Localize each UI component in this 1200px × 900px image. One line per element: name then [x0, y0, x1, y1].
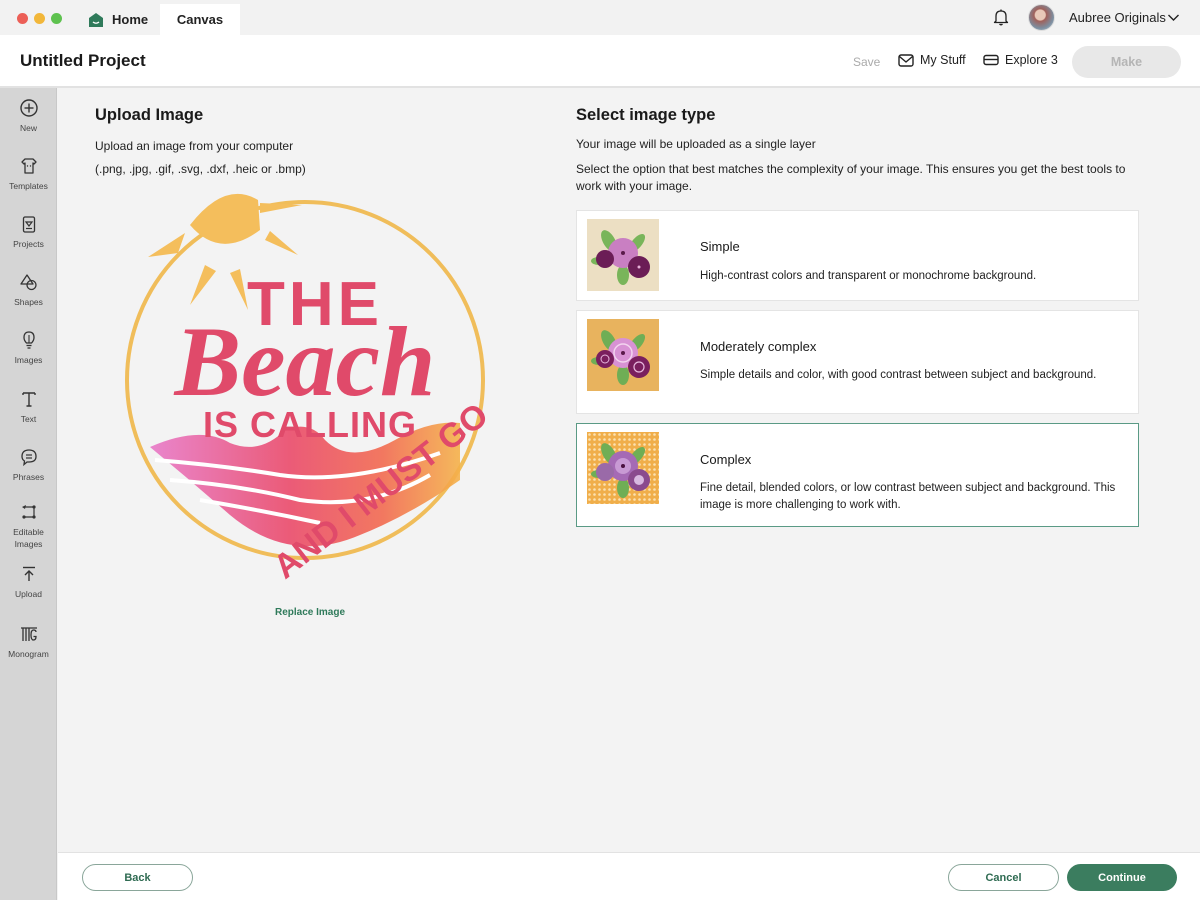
- complex-thumbnail: [587, 432, 659, 504]
- account-name[interactable]: Aubree Originals: [1069, 10, 1166, 25]
- avatar[interactable]: [1028, 4, 1055, 31]
- explore-label: Explore 3: [1005, 53, 1058, 67]
- option-title: Complex: [700, 452, 752, 467]
- sidebar-item-label: Text: [20, 414, 37, 424]
- back-button[interactable]: Back: [82, 864, 193, 891]
- project-header: Untitled Project Save My Stuff Explore 3…: [0, 35, 1200, 88]
- option-title: Moderately complex: [700, 339, 817, 354]
- my-stuff-label: My Stuff: [920, 53, 966, 67]
- sidebar-item-label: Templates: [9, 181, 48, 191]
- project-title: Untitled Project: [20, 51, 146, 70]
- option-description: Simple details and color, with good cont…: [700, 369, 1097, 381]
- moderately-complex-thumbnail: [587, 319, 659, 391]
- preview-text-beach: Beach: [173, 306, 435, 417]
- sidebar-item-templates[interactable]: Templates: [0, 156, 57, 192]
- speech-bubble-icon: [20, 449, 37, 467]
- sidebar-item-text[interactable]: Text: [0, 389, 57, 425]
- sidebar-item-projects[interactable]: Projects: [0, 214, 57, 250]
- text-icon: [21, 392, 36, 407]
- sidebar-item-label: Shapes: [14, 297, 43, 307]
- option-title: Simple: [700, 239, 740, 254]
- sidebar-item-new[interactable]: New: [0, 98, 57, 134]
- image-type-option-complex[interactable]: Complex Fine detail, blended colors, or …: [576, 423, 1139, 527]
- sidebar-item-label: New: [19, 123, 37, 133]
- sidebar-item-phrases[interactable]: Phrases: [0, 447, 57, 483]
- replace-image-link[interactable]: Replace Image: [275, 607, 345, 618]
- sidebar-item-editable-images[interactable]: Editable Images: [0, 502, 57, 550]
- home-icon: [89, 12, 103, 27]
- sidebar-item-label: Monogram: [8, 649, 49, 659]
- tab-home-label: Home: [112, 12, 149, 27]
- simple-thumbnail: [587, 219, 659, 291]
- sidebar-item-images[interactable]: Images: [0, 330, 57, 366]
- upload-icon: [22, 566, 35, 581]
- upload-title: Upload Image: [95, 106, 204, 124]
- explore-machine-button[interactable]: Explore 3: [983, 53, 1058, 67]
- my-stuff-button[interactable]: My Stuff: [898, 53, 966, 67]
- shapes-icon: [19, 274, 37, 291]
- option-description: High-contrast colors and transparent or …: [700, 270, 1037, 282]
- projects-icon: [22, 216, 35, 233]
- editable-images-icon: [21, 505, 36, 519]
- bell-icon[interactable]: [992, 8, 1010, 26]
- sidebar-item-shapes[interactable]: Shapes: [0, 272, 57, 308]
- select-image-type-title: Select image type: [576, 106, 716, 124]
- shirt-icon: [20, 158, 37, 174]
- window-minimize-button[interactable]: [34, 13, 45, 24]
- sidebar-item-label: Upload: [15, 589, 42, 599]
- chevron-down-icon[interactable]: [1167, 11, 1180, 24]
- preview-text-is-calling: IS CALLING: [203, 404, 417, 445]
- option-description: Fine detail, blended colors, or low cont…: [700, 482, 1116, 511]
- tab-canvas[interactable]: Canvas: [160, 4, 240, 35]
- select-image-type-description: Select the option that best matches the …: [576, 162, 1126, 193]
- image-type-option-simple[interactable]: Simple High-contrast colors and transpar…: [576, 210, 1139, 301]
- window-maximize-button[interactable]: [51, 13, 62, 24]
- upload-description: Upload an image from your computer: [95, 139, 294, 153]
- plus-circle-icon: [19, 99, 38, 117]
- sidebar-item-label: Phrases: [12, 472, 45, 482]
- upload-formats: (.png, .jpg, .gif, .svg, .dxf, .heic or …: [95, 162, 306, 176]
- lightbulb-icon: [22, 331, 35, 349]
- continue-button[interactable]: Continue: [1067, 864, 1177, 891]
- machine-icon: [983, 54, 999, 66]
- cancel-button[interactable]: Cancel: [948, 864, 1059, 891]
- sidebar-item-label: Projects: [13, 239, 44, 249]
- sidebar-item-label: Editable Images: [13, 527, 44, 549]
- sidebar-item-monogram[interactable]: Monogram: [0, 624, 57, 660]
- tab-canvas-label: Canvas: [176, 12, 224, 27]
- envelope-icon: [898, 53, 914, 67]
- monogram-icon: [20, 627, 37, 641]
- save-button[interactable]: Save: [853, 55, 880, 69]
- select-image-type-subtitle: Your image will be uploaded as a single …: [576, 137, 816, 151]
- window-titlebar: Home Canvas Aubree Originals: [0, 0, 1200, 35]
- sidebar-item-upload[interactable]: Upload: [0, 564, 57, 600]
- uploaded-image-preview: THE Beach IS CALLING AND I MUST GO: [125, 193, 495, 586]
- tab-home[interactable]: Home: [88, 4, 148, 35]
- sidebar: New Templates Projects Shapes Images Tex…: [0, 88, 57, 900]
- sidebar-item-label: Images: [14, 355, 43, 365]
- image-type-option-moderately-complex[interactable]: Moderately complex Simple details and co…: [576, 310, 1139, 414]
- window-close-button[interactable]: [17, 13, 28, 24]
- make-button[interactable]: Make: [1072, 46, 1181, 78]
